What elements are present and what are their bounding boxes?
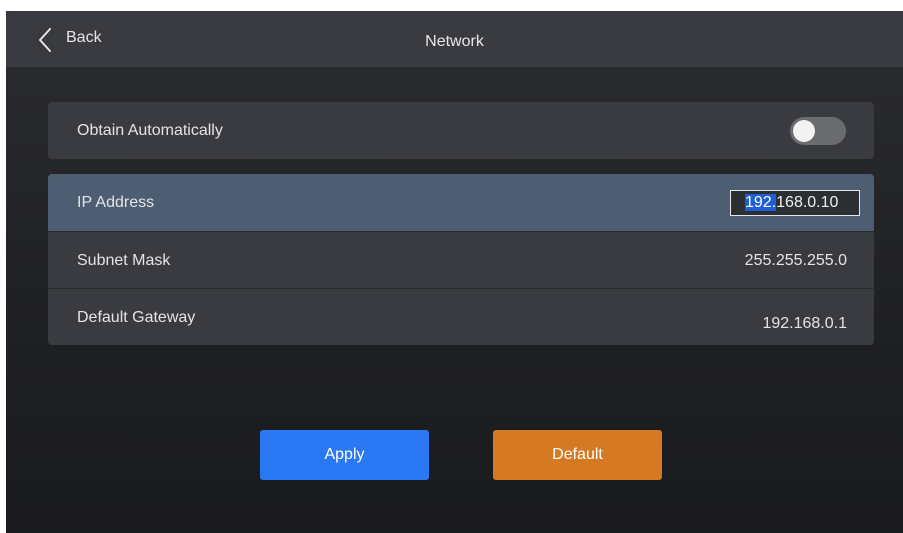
default-gateway-label: Default Gateway <box>77 309 196 326</box>
subnet-mask-label: Subnet Mask <box>77 252 171 269</box>
apply-button[interactable]: Apply <box>260 430 429 480</box>
obtain-automatically-label: Obtain Automatically <box>77 122 223 139</box>
ip-address-selected-text: 192. <box>745 194 777 211</box>
ip-address-rest-text: 168.0.10 <box>776 194 839 211</box>
toggle-knob <box>793 120 815 142</box>
default-button[interactable]: Default <box>493 430 662 480</box>
network-fields-list: IP Address 192.168.0.10 Subnet Mask 255.… <box>48 174 874 345</box>
ip-address-row[interactable]: IP Address 192.168.0.10 <box>48 174 874 231</box>
default-gateway-value: 192.168.0.1 <box>762 315 847 332</box>
subnet-mask-row[interactable]: Subnet Mask 255.255.255.0 <box>48 231 874 288</box>
top-bar: Back Network <box>6 11 903 67</box>
ip-address-input[interactable]: 192.168.0.10 <box>730 190 860 216</box>
ip-address-label: IP Address <box>77 194 155 211</box>
obtain-automatically-row: Obtain Automatically <box>48 102 874 159</box>
page-title: Network <box>425 33 484 50</box>
default-gateway-row[interactable]: Default Gateway 192.168.0.1 <box>48 288 874 345</box>
subnet-mask-value: 255.255.255.0 <box>744 252 847 269</box>
obtain-automatically-toggle[interactable] <box>790 117 846 145</box>
network-settings-screen: Back Network Obtain Automatically IP Add… <box>6 11 903 533</box>
